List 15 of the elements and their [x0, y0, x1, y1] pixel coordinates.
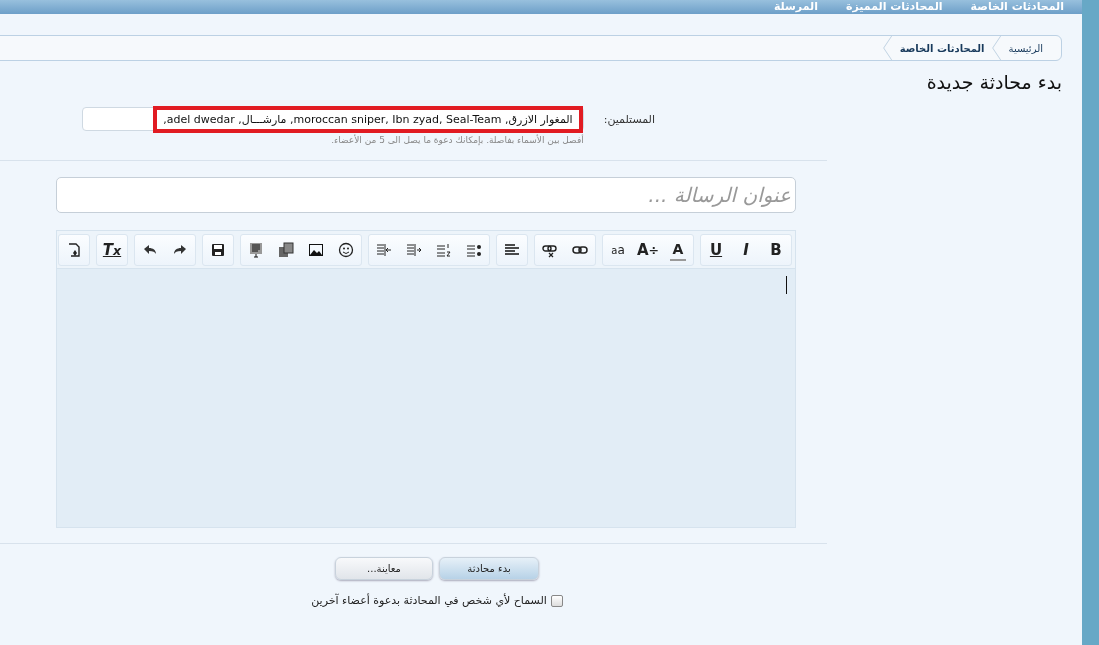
preview-button[interactable]: معاينة...: [335, 557, 433, 580]
format-button[interactable]: A: [670, 239, 686, 261]
format-button[interactable]: U: [701, 235, 731, 265]
start-conversation-button[interactable]: بدء محادثة: [439, 557, 539, 580]
breadcrumb-link[interactable]: الرئيسية: [1002, 42, 1049, 54]
checkbox-label: السماح لأي شخص في المحادثة بدعوة أعضاء آخرين: [311, 594, 547, 607]
recipients-label: المستلمين:: [603, 112, 655, 126]
recipients-value: المغوار الازرق, moroccan sniper, Ibn zyad, Seal-Team, مارشـــال, adel dwedar,: [153, 105, 583, 133]
recipients-field[interactable]: المغوار الازرق, moroccan sniper, Ibn zyad, Seal-Team, مارشـــال, adel dwedar,: [81, 107, 584, 131]
recipients-hint: أفصل بين الأسماء بفاصلة. بإمكانك دعوة ما يصل الى 5 من الأعضاء.: [330, 135, 584, 145]
title-field[interactable]: عنوان الرسالة ...: [56, 177, 796, 213]
format-button[interactable]: B: [761, 235, 791, 265]
breadcrumb-link[interactable]: المحادثات الخاصة: [893, 42, 991, 54]
format-button[interactable]: I: [731, 235, 761, 265]
page-title: بدء محادثة جديدة: [925, 71, 1062, 93]
